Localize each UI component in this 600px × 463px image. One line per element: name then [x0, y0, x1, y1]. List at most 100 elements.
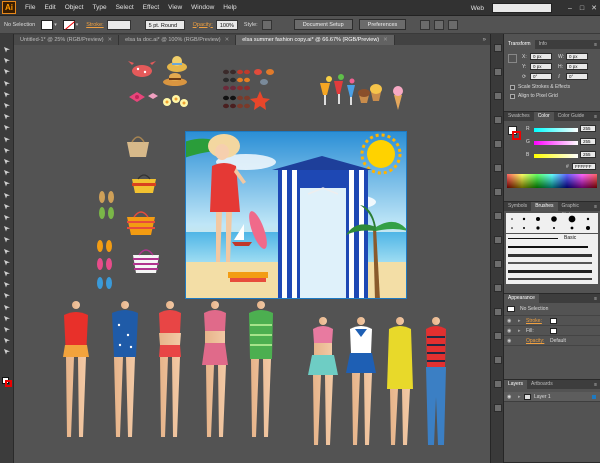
- menu-file[interactable]: File: [25, 4, 35, 11]
- tab-symbols[interactable]: Symbols: [504, 202, 531, 211]
- free-transform-tool-icon[interactable]: [3, 214, 11, 221]
- tab-color[interactable]: Color: [533, 112, 554, 121]
- g-field[interactable]: 255: [580, 138, 596, 145]
- tab-elsa-summer-fashion[interactable]: elsa summer fashion copy.ai* @ 66.67% (R…: [236, 35, 395, 45]
- stroke-panel-icon[interactable]: [494, 260, 502, 268]
- stroke-icon[interactable]: [5, 380, 12, 387]
- rotate-field[interactable]: 0°: [530, 73, 552, 80]
- align-panel-icon[interactable]: [494, 68, 502, 76]
- stroke-none-swatch[interactable]: [550, 318, 557, 324]
- y-field[interactable]: 0 px: [530, 63, 552, 70]
- shape-builder-tool-icon[interactable]: [3, 225, 11, 232]
- fashion-figures-left[interactable]: [63, 301, 273, 437]
- magic-wand-tool-icon[interactable]: [3, 68, 11, 75]
- graphic-style-swatch[interactable]: [261, 19, 272, 30]
- ice-cream-sticker[interactable]: [393, 86, 403, 110]
- menu-view[interactable]: View: [168, 4, 182, 11]
- direct-selection-tool-icon[interactable]: [3, 57, 11, 64]
- rectangle-tool-icon[interactable]: [3, 124, 11, 131]
- tab-overflow-icon[interactable]: »: [479, 35, 490, 45]
- menu-window[interactable]: Window: [191, 4, 214, 11]
- tab-untitled-1[interactable]: Untitled-1* @ 25% (RGB/Preview) ✕: [14, 35, 120, 45]
- paintbrush-tool-icon[interactable]: [3, 136, 11, 143]
- eye-icon[interactable]: ◉: [507, 338, 511, 344]
- tab-info[interactable]: Info: [535, 40, 551, 49]
- sunhat-sticker[interactable]: [163, 73, 187, 86]
- stroke-weight-field[interactable]: [106, 19, 131, 30]
- document-setup-button[interactable]: Document Setup: [293, 19, 353, 30]
- scale-tool-icon[interactable]: [3, 192, 11, 199]
- fill-stroke-widget[interactable]: [2, 377, 12, 387]
- opacity-label[interactable]: Opacity:: [193, 22, 213, 28]
- brush-stroke[interactable]: [508, 238, 558, 239]
- layers-panel-icon[interactable]: [494, 380, 502, 388]
- shear-field[interactable]: 0°: [566, 73, 588, 80]
- brush-stroke[interactable]: [508, 270, 592, 273]
- canvas[interactable]: [14, 45, 490, 463]
- swatches-panel-icon[interactable]: [494, 188, 502, 196]
- straw-hat-sticker[interactable]: [167, 56, 187, 72]
- eraser-tool-icon[interactable]: [3, 169, 11, 176]
- lasso-tool-icon[interactable]: [3, 80, 11, 87]
- tab-brushes[interactable]: Brushes: [531, 202, 558, 211]
- menu-select[interactable]: Select: [116, 4, 134, 11]
- stroke-label[interactable]: Stroke:: [86, 22, 103, 28]
- tab-swatches[interactable]: Swatches: [504, 112, 534, 121]
- opacity-field[interactable]: 100%: [215, 19, 238, 30]
- column-graph-tool-icon[interactable]: [3, 304, 11, 311]
- appearance-panel-icon[interactable]: [494, 332, 502, 340]
- close-icon[interactable]: ✕: [383, 37, 388, 43]
- sunglasses-stickers[interactable]: [223, 69, 250, 109]
- search-input[interactable]: [492, 3, 552, 13]
- transparency-panel-icon[interactable]: [494, 308, 502, 316]
- r-slider[interactable]: [534, 128, 578, 132]
- transform-icon[interactable]: [434, 19, 445, 30]
- pen-tool-icon[interactable]: [3, 91, 11, 98]
- zoom-tool-icon[interactable]: [3, 348, 11, 355]
- gradient-tool-icon[interactable]: [3, 259, 11, 266]
- cupcake-stickers[interactable]: [358, 84, 382, 103]
- r-field[interactable]: 255: [580, 125, 596, 132]
- stroke-swatch[interactable]: [62, 19, 75, 30]
- opentype-panel-icon[interactable]: [494, 164, 502, 172]
- workspace-switcher[interactable]: Web: [471, 5, 484, 12]
- menu-effect[interactable]: Effect: [143, 4, 160, 11]
- tab-artboards[interactable]: Artboards: [527, 380, 557, 389]
- pathfinder-panel-icon[interactable]: [494, 92, 502, 100]
- arrange-documents-icon[interactable]: [420, 19, 431, 30]
- symbol-sprayer-tool-icon[interactable]: [3, 292, 11, 299]
- line-tool-icon[interactable]: [3, 113, 11, 120]
- bags-stickers[interactable]: [127, 136, 159, 273]
- sea-creature-stickers[interactable]: [250, 69, 274, 110]
- align-pixel-grid-checkbox[interactable]: [510, 94, 515, 99]
- eyedropper-tool-icon[interactable]: [3, 270, 11, 277]
- bow-sticker[interactable]: [129, 92, 158, 102]
- perspective-grid-tool-icon[interactable]: [3, 236, 11, 243]
- paragraph-panel-icon[interactable]: [494, 140, 502, 148]
- flowers-sticker[interactable]: [163, 95, 188, 107]
- brush-strokes[interactable]: Basic: [506, 234, 598, 284]
- headband-sticker[interactable]: [128, 61, 156, 77]
- transform-panel-icon[interactable]: [494, 44, 502, 52]
- fill-swatch[interactable]: [550, 328, 557, 334]
- character-panel-icon[interactable]: [494, 116, 502, 124]
- tab-appearance[interactable]: Appearance: [504, 294, 539, 303]
- w-field[interactable]: 0 px: [566, 53, 588, 60]
- appearance-fill-row[interactable]: ◉ ▸ Fill:: [504, 327, 600, 336]
- artboard[interactable]: [185, 131, 407, 299]
- appearance-opacity-row[interactable]: ◉ Opacity: Default: [504, 337, 600, 346]
- menu-help[interactable]: Help: [223, 4, 236, 11]
- close-button[interactable]: ✕: [588, 4, 600, 12]
- layer-row[interactable]: ◉ ▸ Layer 1: [504, 392, 600, 402]
- gradient-panel-icon[interactable]: [494, 284, 502, 292]
- brushes-panel-icon[interactable]: [494, 212, 502, 220]
- tab-graphic-styles[interactable]: Graphic Styles: [558, 202, 595, 218]
- reference-point-icon[interactable]: [508, 54, 517, 63]
- menu-type[interactable]: Type: [92, 4, 106, 11]
- mesh-tool-icon[interactable]: [3, 248, 11, 255]
- blob-brush-tool-icon[interactable]: [3, 158, 11, 165]
- scale-strokes-checkbox[interactable]: [510, 85, 515, 90]
- pencil-tool-icon[interactable]: [3, 147, 11, 154]
- panel-menu-icon[interactable]: [448, 19, 459, 30]
- tab-layers[interactable]: Layers: [504, 380, 528, 389]
